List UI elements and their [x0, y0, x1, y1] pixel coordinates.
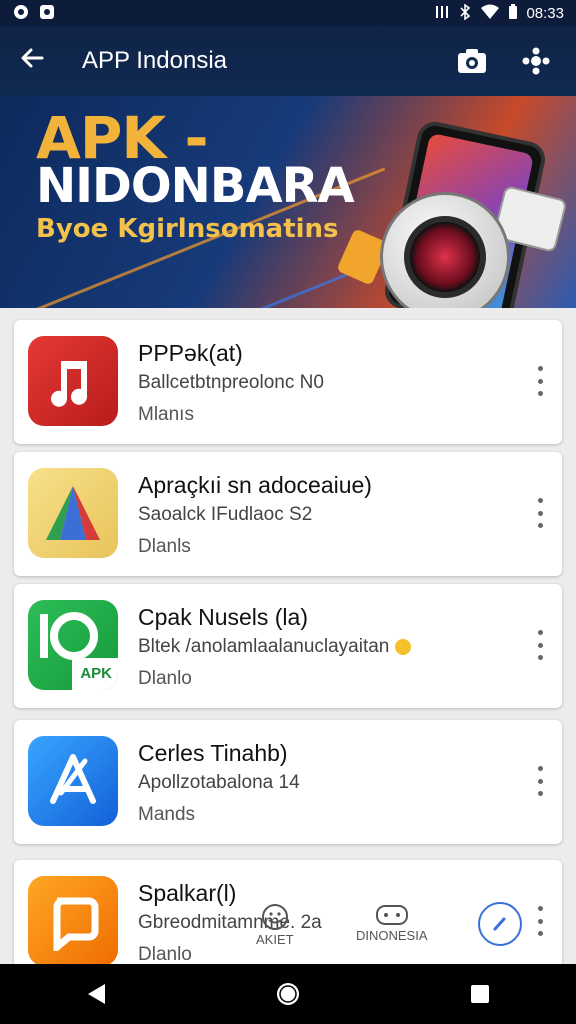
banner-subtitle: NIDONBARA	[36, 158, 355, 214]
list-item[interactable]: PPPək(at) Ballcetbtnpreolonc N0 Mlanıs	[14, 320, 562, 444]
app-bar: APP Indonsia	[0, 26, 576, 96]
controller-icon	[375, 905, 408, 925]
app-store-icon	[28, 736, 118, 826]
app-icon-b	[38, 3, 56, 23]
bottom-tabs: AKIET DINONESIA	[246, 896, 576, 966]
music-note-icon	[28, 336, 118, 426]
app-name: Apraçkıi sn adoceaiue)	[138, 472, 372, 498]
app-name: Cpak Nusels (la)	[138, 604, 308, 630]
app-meta: Mlanıs	[138, 404, 194, 425]
more-options-icon[interactable]	[534, 498, 546, 528]
triangle-a-icon	[28, 468, 118, 558]
tab-label: DINONESIA	[356, 928, 428, 943]
app-icon-a	[12, 3, 30, 23]
more-options-icon[interactable]	[534, 766, 546, 796]
banner-tagline: Byoe Kgirlnsomatins	[36, 214, 339, 244]
app-subtitle: Apollzotabalona 14	[138, 772, 300, 793]
bluetooth-icon	[458, 3, 472, 22]
smiley-icon	[261, 904, 288, 930]
wifi-icon	[480, 4, 500, 22]
battery-icon	[508, 4, 518, 22]
app-meta: Dlanlo	[138, 668, 192, 689]
status-bar: 08:33	[0, 0, 576, 26]
promo-banner[interactable]: APK - NIDONBARA Byoe Kgirlnsomatins	[0, 96, 576, 308]
recents-square-icon[interactable]	[450, 964, 510, 1024]
apk-label: APK	[80, 665, 112, 682]
status-time: 08:33	[526, 4, 564, 22]
app-name: Spalkar(l)	[138, 880, 237, 906]
app-subtitle: Saoalck IFudlaoc S2	[138, 504, 313, 525]
nfc-icon	[434, 4, 450, 22]
more-options-icon[interactable]	[534, 630, 546, 660]
tab-label: AKIET	[256, 932, 294, 947]
tab-dinonesia[interactable]: DINONESIA	[356, 902, 428, 943]
chat-square-icon	[28, 876, 118, 966]
compass-icon[interactable]	[478, 902, 522, 946]
app-name: Cerles Tinahb)	[138, 740, 288, 766]
settings-icon[interactable]	[514, 39, 558, 83]
camera-icon[interactable]	[450, 39, 494, 83]
home-circle-icon[interactable]	[258, 964, 318, 1024]
app-subtitle: Ballcetbtnpreolonc N0	[138, 372, 324, 393]
apk-icon: APK	[28, 600, 118, 690]
list-item[interactable]: Cerles Tinahb) Apollzotabalona 14 Mands	[14, 720, 562, 844]
camera-lens-illustration	[404, 216, 486, 298]
app-meta: Dlanls	[138, 536, 191, 557]
app-name: PPPək(at)	[138, 340, 243, 366]
emoji-icon	[394, 638, 411, 655]
list-item[interactable]: APK Cpak Nusels (la) Bltek /anolamlaalan…	[14, 584, 562, 708]
tab-akiet[interactable]: AKIET	[256, 902, 294, 947]
app-meta: Mands	[138, 804, 196, 825]
back-triangle-icon[interactable]	[66, 964, 126, 1024]
more-options-icon[interactable]	[534, 366, 546, 396]
app-subtitle: Bltek /anolamlaalanuclayaitan	[138, 636, 411, 658]
app-meta: Dlanlo	[138, 944, 192, 965]
system-nav-bar	[0, 964, 576, 1024]
list-item[interactable]: Apraçkıi sn adoceaiue) Saoalck IFudlaoc …	[14, 452, 562, 576]
app-bar-title: APP Indonsia	[82, 47, 227, 74]
back-arrow-icon[interactable]	[18, 44, 62, 78]
